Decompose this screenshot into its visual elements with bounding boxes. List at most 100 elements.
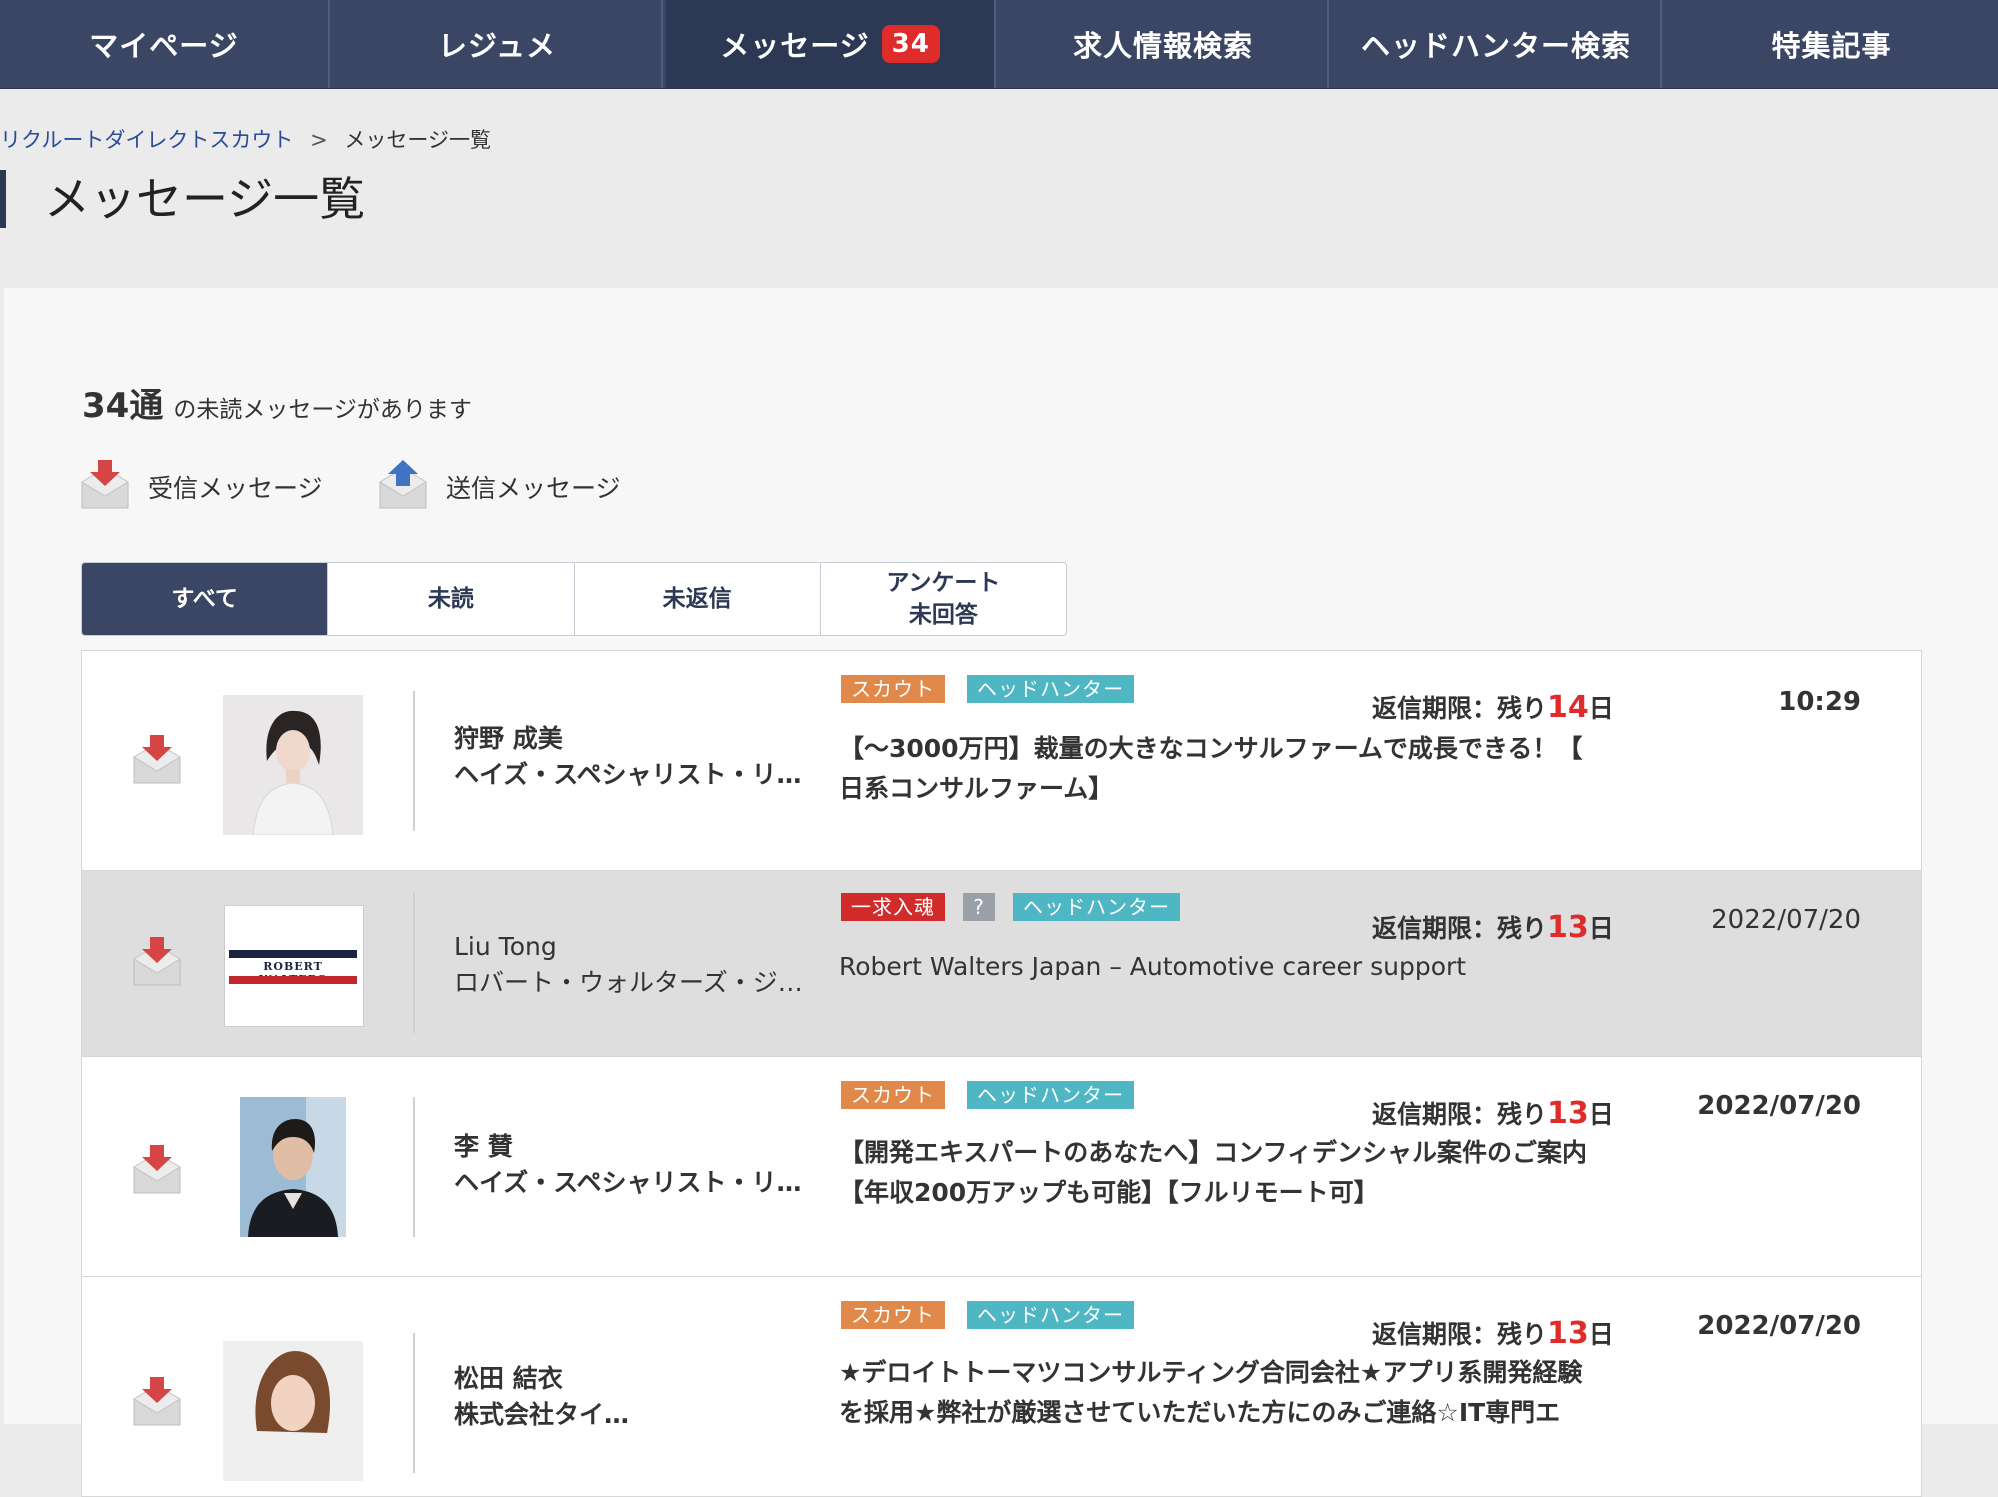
scout-tag: スカウト (841, 1301, 945, 1329)
tab-all[interactable]: すべて (82, 563, 329, 635)
nav-job-search-label: 求人情報検索 (1072, 29, 1253, 63)
tag-group: スカウト ヘッドハンター (841, 675, 1134, 703)
scout-tag: スカウト (841, 1081, 945, 1109)
unread-text: の未読メッセージがあります (173, 397, 472, 423)
nav-messages[interactable]: メッセージ 34 (666, 0, 996, 88)
subject-line: 【年収200万アップも可能】【フルリモート可】 (839, 1178, 1379, 1207)
legend-sent-label: 送信メッセージ (446, 474, 621, 503)
nav-headhunter-search[interactable]: ヘッドハンター検索 (1332, 0, 1662, 88)
sender-info: 狩野 成美 ヘイズ・スペシャリスト・リ… (454, 721, 804, 793)
message-subject[interactable]: 【開発エキスパートのあなたへ】コンフィデンシャル案件のご案内 【年収200万アッ… (839, 1133, 1619, 1213)
nav-headhunter-search-label: ヘッドハンター検索 (1360, 29, 1631, 63)
tab-survey-label: アンケート 未回答 (886, 567, 1000, 631)
message-subject[interactable]: Robert Walters Japan – Automotive career… (839, 947, 1619, 987)
row-divider (413, 691, 415, 831)
breadcrumb-root-link[interactable]: リクルートダイレクトスカウト (0, 128, 293, 152)
subject-line: を採用★弊社が厳選させていただいた方にのみご連絡☆IT専門エ (839, 1398, 1561, 1427)
deadline-prefix: 返信期限：残り (1372, 694, 1548, 723)
scout-tag: スカウト (841, 675, 945, 703)
message-time: 2022/07/20 (1697, 1091, 1861, 1121)
message-time: 10:29 (1778, 687, 1861, 717)
global-nav: マイページ レジュメ メッセージ 34 求人情報検索 ヘッドハンター検索 特集記… (0, 0, 1998, 89)
deadline-suffix: 日 (1588, 1100, 1614, 1129)
mail-download-icon (80, 458, 148, 516)
recommend-tag: 一求入魂 (841, 893, 945, 921)
nav-messages-label: メッセージ (720, 29, 870, 63)
reply-deadline: 返信期限：残り13日 (1372, 1315, 1614, 1351)
deadline-suffix: 日 (1588, 914, 1614, 943)
subject-line: Robert Walters Japan – Automotive career… (839, 952, 1467, 981)
deadline-prefix: 返信期限：残り (1372, 1320, 1548, 1349)
row-divider (413, 1333, 415, 1473)
nav-job-search[interactable]: 求人情報検索 (999, 0, 1329, 88)
tag-group: 一求入魂 ? ヘッドハンター (841, 893, 1180, 921)
page-title: メッセージ一覧 (0, 170, 365, 228)
sender-info: 李 賛 ヘイズ・スペシャリスト・リ… (454, 1129, 804, 1201)
tab-unread[interactable]: 未読 (328, 563, 575, 635)
deadline-suffix: 日 (1588, 1320, 1614, 1349)
headhunter-tag: ヘッドハンター (967, 1301, 1134, 1329)
headhunter-tag: ヘッドハンター (967, 1081, 1134, 1109)
nav-mypage[interactable]: マイページ (0, 0, 330, 88)
deadline-days: 13 (1547, 1096, 1589, 1131)
reply-deadline: 返信期限：残り14日 (1372, 689, 1614, 725)
mail-download-icon (132, 935, 182, 991)
logo-bar-top (229, 950, 357, 958)
breadcrumb: リクルートダイレクトスカウト > メッセージ一覧 (0, 124, 491, 154)
avatar (223, 1341, 363, 1481)
unread-count-badge: 34 (881, 25, 940, 63)
sender-name: Liu Tong (454, 932, 557, 961)
tag-group: スカウト ヘッドハンター (841, 1301, 1134, 1329)
tab-survey-line1: アンケート (886, 570, 1001, 596)
headhunter-tag: ヘッドハンター (1013, 893, 1180, 921)
nav-features[interactable]: 特集記事 (1665, 0, 1998, 88)
help-icon[interactable]: ? (963, 893, 995, 921)
deadline-days: 14 (1547, 690, 1589, 725)
nav-resume-label: レジュメ (438, 29, 556, 63)
mail-upload-icon (378, 458, 446, 516)
sender-name: 狩野 成美 (454, 724, 563, 753)
sender-info: 松田 結衣 株式会社タイ… (454, 1361, 804, 1433)
deadline-days: 13 (1547, 910, 1589, 945)
sender-company: 株式会社タイ… (454, 1400, 630, 1429)
message-time: 2022/07/20 (1697, 1311, 1861, 1341)
nav-features-label: 特集記事 (1771, 29, 1892, 63)
sender-company: ロバート・ウォルターズ・ジ… (454, 968, 803, 997)
sender-company: ヘイズ・スペシャリスト・リ… (454, 760, 802, 789)
legend-received: 受信メッセージ (80, 458, 323, 516)
subject-line: 【〜3000万円】裁量の大きなコンサルファームで成長できる！【 (839, 734, 1583, 763)
tab-unreplied[interactable]: 未返信 (575, 563, 821, 635)
subject-line: 【開発エキスパートのあなたへ】コンフィデンシャル案件のご案内 (839, 1138, 1588, 1167)
message-subject[interactable]: ★デロイトトーマツコンサルティング合同会社★アプリ系開発経験 を採用★弊社が厳選… (839, 1353, 1619, 1433)
deadline-days: 13 (1547, 1316, 1589, 1351)
message-subject[interactable]: 【〜3000万円】裁量の大きなコンサルファームで成長できる！【 日系コンサルファ… (839, 729, 1619, 809)
row-divider (413, 1097, 415, 1237)
deadline-suffix: 日 (1588, 694, 1614, 723)
message-time: 2022/07/20 (1711, 905, 1861, 935)
company-logo: ROBERT WALTERS (224, 905, 364, 1027)
mail-download-icon (132, 1143, 182, 1199)
message-list: 狩野 成美 ヘイズ・スペシャリスト・リ… スカウト ヘッドハンター 返信期限：残… (81, 650, 1922, 1497)
subject-line: ★デロイトトーマツコンサルティング合同会社★アプリ系開発経験 (839, 1358, 1583, 1387)
tab-survey-line2: 未回答 (908, 602, 978, 628)
message-row[interactable]: ROBERT WALTERS Liu Tong ロバート・ウォルターズ・ジ… 一… (81, 871, 1922, 1057)
tag-group: スカウト ヘッドハンター (841, 1081, 1134, 1109)
sender-name: 李 賛 (454, 1132, 513, 1161)
unread-summary: 34通 の未読メッセージがあります (82, 378, 472, 427)
legend-sent: 送信メッセージ (378, 458, 621, 516)
sender-info: Liu Tong ロバート・ウォルターズ・ジ… (454, 929, 804, 1001)
nav-mypage-label: マイページ (89, 29, 239, 63)
reply-deadline: 返信期限：残り13日 (1372, 909, 1614, 945)
headhunter-tag: ヘッドハンター (967, 675, 1134, 703)
subject-line: 日系コンサルファーム】 (839, 774, 1114, 803)
unread-count: 34通 (82, 386, 164, 426)
nav-resume[interactable]: レジュメ (333, 0, 663, 88)
tab-survey-unanswered[interactable]: アンケート 未回答 (821, 563, 1066, 635)
mail-download-icon (132, 733, 182, 789)
message-row[interactable]: 松田 結衣 株式会社タイ… スカウト ヘッドハンター 返信期限：残り13日 20… (81, 1277, 1922, 1497)
avatar (223, 695, 363, 835)
message-row[interactable]: 李 賛 ヘイズ・スペシャリスト・リ… スカウト ヘッドハンター 返信期限：残り1… (81, 1057, 1922, 1277)
avatar (240, 1097, 346, 1237)
message-row[interactable]: 狩野 成美 ヘイズ・スペシャリスト・リ… スカウト ヘッドハンター 返信期限：残… (81, 651, 1922, 871)
reply-deadline: 返信期限：残り13日 (1372, 1095, 1614, 1131)
